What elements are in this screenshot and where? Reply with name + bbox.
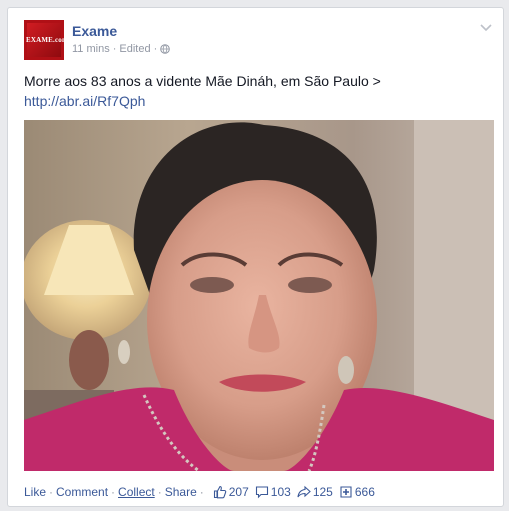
collects-count-value: 666 [354, 485, 375, 499]
post-text: Morre aos 83 anos a vidente Mãe Dináh, e… [24, 73, 381, 89]
collects-count[interactable]: 666 [339, 485, 375, 499]
post-time[interactable]: 11 mins [72, 43, 110, 55]
collect-link[interactable]: Collect [118, 485, 155, 499]
share-arrow-icon [297, 485, 311, 498]
action-separator: · [157, 485, 162, 499]
post-link[interactable]: http://abr.ai/Rf7Qph [24, 93, 145, 109]
author-name[interactable]: Exame [72, 23, 117, 39]
chevron-down-icon[interactable] [479, 20, 493, 34]
meta-separator: · [112, 43, 117, 55]
globe-icon[interactable] [160, 44, 171, 54]
action-separator: · [111, 485, 116, 499]
post-photo[interactable] [24, 120, 494, 471]
comments-count[interactable]: 103 [255, 485, 291, 499]
post-actions: Like · Comment · Collect · Share · 207 1… [24, 484, 375, 500]
comments-count-value: 103 [270, 485, 291, 499]
edited-label[interactable]: Edited [119, 43, 150, 55]
share-link[interactable]: Share [165, 485, 197, 499]
post-message: Morre aos 83 anos a vidente Mãe Dináh, e… [24, 71, 484, 111]
avatar[interactable]: EXAME.com [24, 20, 64, 60]
shares-count[interactable]: 125 [297, 485, 333, 499]
action-separator: · [49, 485, 54, 499]
meta-separator: · [153, 43, 158, 55]
post-meta: 11 mins · Edited · [72, 43, 171, 55]
like-link[interactable]: Like [24, 485, 46, 499]
comment-bubble-icon [255, 486, 268, 499]
likes-count-value: 207 [228, 485, 249, 499]
portrait-image [24, 120, 494, 471]
comment-link[interactable]: Comment [56, 485, 108, 499]
avatar-logo-text: EXAME.com [26, 36, 64, 44]
post-card: EXAME.com Exame 11 mins · Edited · Morre… [7, 7, 504, 507]
thumbs-up-icon [213, 485, 227, 499]
shares-count-value: 125 [312, 485, 333, 499]
likes-count[interactable]: 207 [213, 485, 249, 499]
collect-plus-icon [340, 486, 352, 498]
action-separator: · [199, 485, 204, 499]
